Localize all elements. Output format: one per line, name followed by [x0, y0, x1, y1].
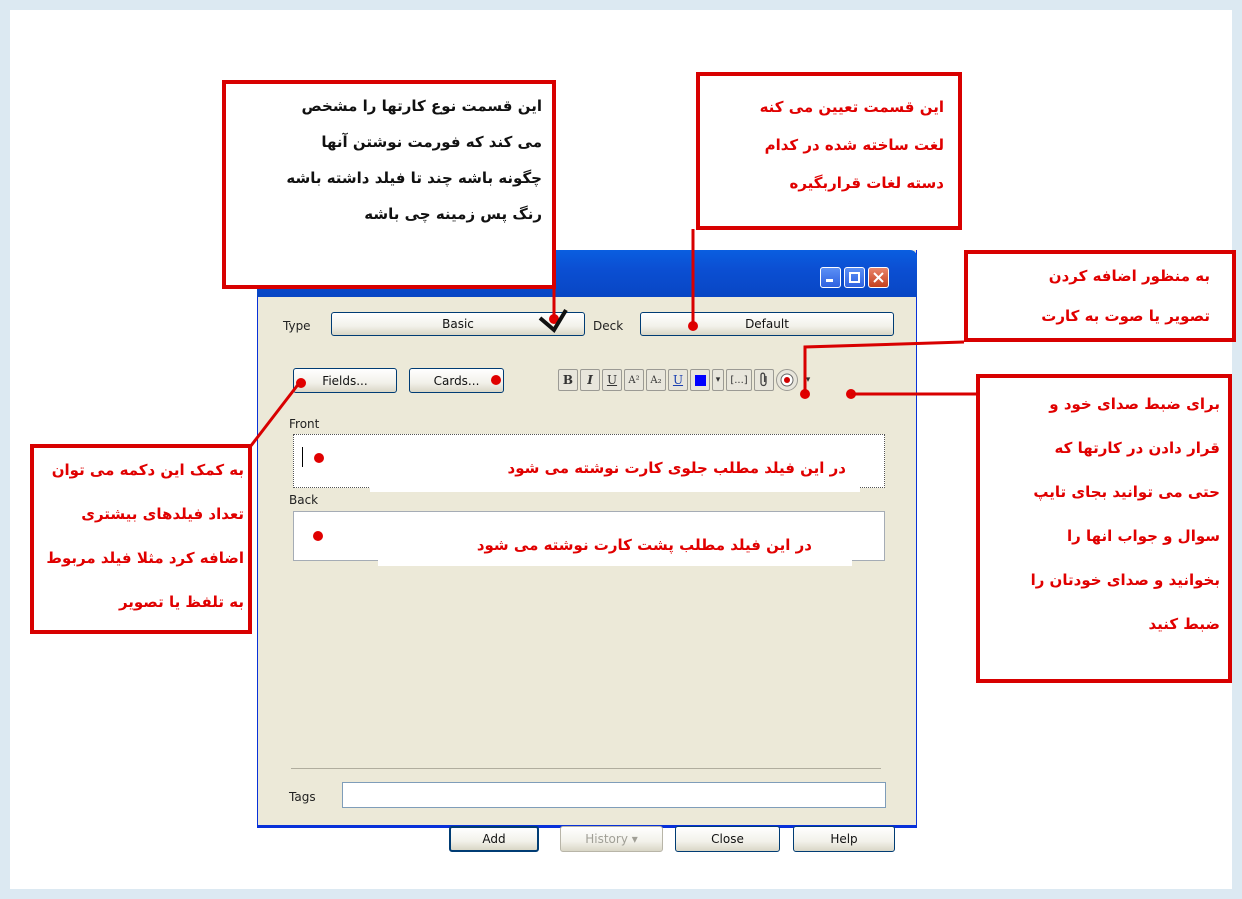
record-marker-dot: [846, 389, 856, 399]
type-selector-button[interactable]: Basic: [331, 312, 585, 336]
front-field-note: در این فیلد مطلب جلوی کارت نوشته می شود: [370, 452, 860, 492]
record-note-line: بخوانید و صدای خودتان را: [1030, 571, 1220, 589]
color-swatch-icon: [694, 374, 706, 386]
deck-note-box: این قسمت تعیین می کنه لغت ساخته شده در ک…: [696, 72, 962, 230]
deck-note-line: دسته لغات قراربگیره: [789, 174, 944, 192]
deck-marker-dot: [688, 321, 698, 331]
fields-button[interactable]: Fields...: [293, 368, 397, 393]
italic-button[interactable]: I: [580, 369, 600, 391]
attach-note-line: به منظور اضافه کردن: [1048, 267, 1210, 285]
attach-media-button[interactable]: [754, 369, 774, 391]
minimize-button[interactable]: [820, 267, 841, 288]
fields-marker-dot: [296, 378, 306, 388]
tags-label: Tags: [289, 790, 316, 804]
fields-note-line: اضافه کرد مثلا فیلد مربوط: [46, 549, 244, 567]
fields-note-box: به کمک این دکمه می توان تعداد فیلدهای بی…: [30, 444, 252, 634]
back-field-note: در این فیلد مطلب پشت کارت نوشته می شود: [378, 530, 852, 566]
tags-input[interactable]: [342, 782, 886, 808]
close-button[interactable]: Close: [675, 826, 780, 852]
fields-note-line: به تلفظ یا تصویر: [118, 593, 244, 611]
attach-note-box: به منظور اضافه کردن تصویر یا صوت به کارت: [964, 250, 1236, 342]
type-note-line: می کند که فورمت نوشتن آنها: [321, 133, 542, 151]
type-note-box: این قسمت نوع کارتها را مشخص می کند که فو…: [222, 80, 556, 289]
fields-note-line: تعداد فیلدهای بیشتری: [81, 505, 244, 523]
underline-button[interactable]: U: [602, 369, 622, 391]
type-note-line: این قسمت نوع کارتها را مشخص: [301, 97, 542, 115]
deck-label: Deck: [593, 319, 624, 333]
paperclip-icon: [760, 372, 767, 387]
clear-format-button[interactable]: U: [668, 369, 688, 391]
bold-button[interactable]: B: [558, 369, 578, 391]
close-icon: [873, 272, 884, 283]
fields-note-line: به کمک این دکمه می توان: [51, 461, 244, 479]
deck-selector-button[interactable]: Default: [640, 312, 894, 336]
front-label: Front: [289, 417, 320, 431]
record-note-line: حتی می توانید بجای تایپ: [1033, 483, 1220, 501]
cloze-button[interactable]: [...]: [726, 369, 752, 391]
record-note-line: برای ضبط صدای خود و: [1049, 395, 1220, 413]
help-button[interactable]: Help: [793, 826, 895, 852]
type-label: Type: [283, 319, 311, 333]
type-marker-dot: [549, 314, 559, 324]
subscript-button[interactable]: A₂: [646, 369, 666, 391]
minimize-icon: [826, 279, 833, 282]
color-dropdown-button[interactable]: ▾: [712, 369, 724, 391]
text-cursor: [302, 447, 303, 467]
type-note-line: رنگ پس زمینه چی باشه: [364, 205, 542, 223]
front-marker-dot: [314, 453, 324, 463]
add-button[interactable]: Add: [449, 826, 539, 852]
record-icon: [780, 373, 794, 387]
back-label: Back: [289, 493, 319, 507]
cards-marker-dot: [491, 375, 501, 385]
attach-marker-dot: [800, 389, 810, 399]
superscript-button[interactable]: A²: [624, 369, 644, 391]
more-dropdown-button[interactable]: ▾: [802, 369, 814, 391]
record-note-box: برای ضبط صدای خود و قرار دادن در کارتها …: [976, 374, 1232, 683]
maximize-icon: [849, 272, 860, 283]
tags-separator: [291, 768, 881, 769]
record-note-line: سوال و جواب انها را: [1066, 527, 1220, 545]
text-color-button[interactable]: [690, 369, 710, 391]
cards-button[interactable]: Cards...: [409, 368, 504, 393]
attach-note-line: تصویر یا صوت به کارت: [1041, 307, 1210, 325]
type-note-line: چگونه باشه چند تا فیلد داشته باشه: [286, 169, 542, 187]
history-button[interactable]: History ▾: [560, 826, 663, 852]
close-window-button[interactable]: [868, 267, 889, 288]
record-audio-button[interactable]: [776, 369, 798, 391]
record-note-line: قرار دادن در کارتها که: [1054, 439, 1220, 457]
deck-note-line: لغت ساخته شده در کدام: [764, 136, 944, 154]
record-note-line: ضبط کنید: [1148, 615, 1220, 633]
back-marker-dot: [313, 531, 323, 541]
maximize-button[interactable]: [844, 267, 865, 288]
deck-note-line: این قسمت تعیین می کنه: [759, 98, 944, 116]
